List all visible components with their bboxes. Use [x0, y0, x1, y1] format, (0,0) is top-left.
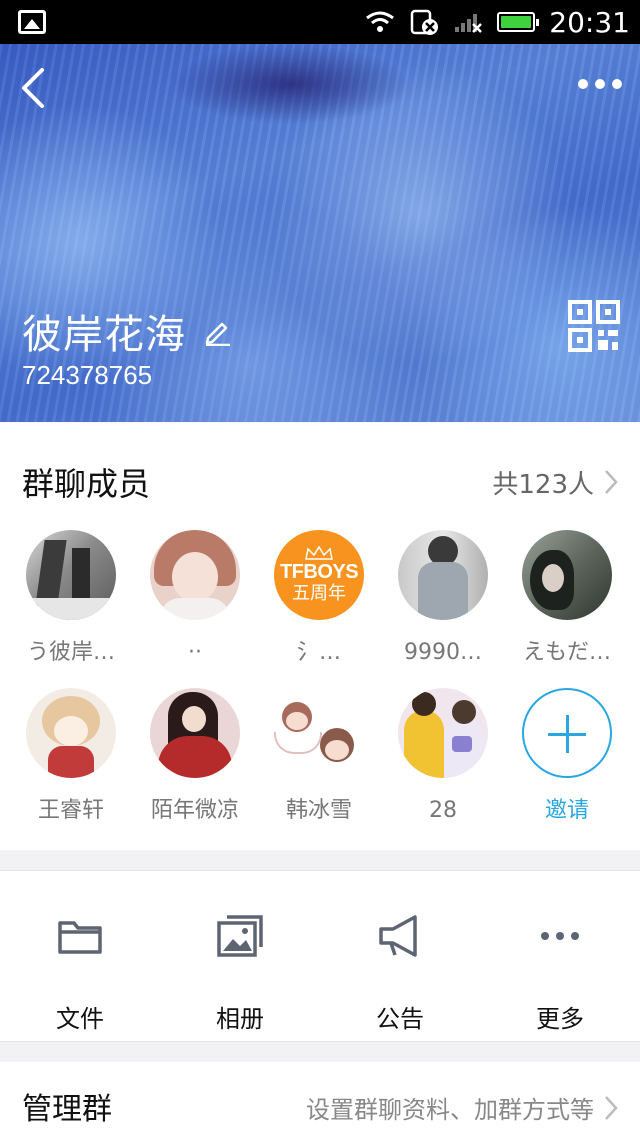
member-avatar: TFBOYS 五周年: [274, 530, 364, 620]
invite-button[interactable]: 邀请: [505, 688, 629, 826]
member-avatar: [26, 688, 116, 778]
member-item[interactable]: 陌年微凉: [133, 688, 257, 826]
sim-error-icon: [411, 9, 439, 35]
member-item[interactable]: 王睿轩: [9, 688, 133, 826]
chevron-right-icon: [605, 1095, 618, 1120]
add-icon: [522, 688, 612, 778]
action-announcement[interactable]: 公告: [320, 911, 480, 1034]
member-avatar: [26, 530, 116, 620]
members-count-link[interactable]: 共123人: [492, 464, 618, 501]
manage-title: 管理群: [22, 1092, 112, 1127]
action-label: 文件: [56, 1005, 104, 1033]
action-files[interactable]: 文件: [0, 911, 160, 1034]
action-more[interactable]: 更多: [480, 911, 640, 1034]
back-icon[interactable]: [16, 66, 52, 110]
group-id: 724378765: [22, 360, 153, 390]
action-album[interactable]: 相册: [160, 911, 320, 1034]
more-options-icon[interactable]: [578, 72, 622, 96]
member-item[interactable]: ··: [133, 530, 257, 668]
members-title: 群聊成员: [22, 465, 151, 503]
member-item[interactable]: TFBOYS 五周年 氵…: [257, 530, 381, 668]
group-banner: 彼岸花海 724378765: [0, 44, 640, 422]
members-count: 共123人: [492, 469, 594, 500]
member-avatar: [274, 688, 364, 778]
member-item[interactable]: えもだ…: [505, 530, 629, 668]
wifi-icon: [366, 11, 395, 32]
group-name: 彼岸花海: [22, 312, 186, 358]
battery-icon: [497, 12, 540, 32]
member-avatar: [522, 530, 612, 620]
member-item[interactable]: 9990…: [381, 530, 505, 668]
status-icons: 20:31: [365, 5, 630, 39]
members-section: 群聊成员 共123人 う彼岸… ·· TFBOYS 五周年 氵… 9990… え…: [0, 422, 640, 850]
signal-icon: [455, 14, 483, 33]
member-avatar: [398, 530, 488, 620]
member-item[interactable]: う彼岸…: [9, 530, 133, 668]
member-name: 9990…: [404, 640, 482, 665]
status-bar: 20:31: [0, 0, 640, 44]
member-name: 韩冰雪: [285, 798, 352, 823]
more-dots-icon: [541, 932, 579, 940]
image-notification-icon: [18, 10, 46, 34]
member-name: 28: [429, 798, 457, 823]
member-item[interactable]: 韩冰雪: [257, 688, 381, 826]
member-name: 氵…: [296, 640, 341, 665]
member-avatar: [150, 688, 240, 778]
member-name: ··: [188, 640, 202, 665]
group-name-row: 彼岸花海: [22, 302, 232, 360]
actions-bar: 文件 相册 公告 更多: [0, 870, 640, 1042]
member-avatar: [398, 688, 488, 778]
member-name: 陌年微凉: [150, 798, 239, 823]
member-avatar: [150, 530, 240, 620]
invite-label: 邀请: [544, 798, 589, 823]
edit-icon[interactable]: [202, 316, 232, 346]
manage-desc: 设置群聊资料、加群方式等: [306, 1096, 594, 1124]
qr-code-icon[interactable]: [568, 300, 620, 352]
action-label: 公告: [376, 1005, 424, 1033]
album-icon: [217, 915, 263, 957]
chevron-right-icon: [605, 470, 618, 494]
action-label: 相册: [216, 1005, 264, 1033]
folder-icon: [58, 921, 102, 954]
megaphone-icon: [379, 915, 417, 957]
member-name: 王睿轩: [37, 798, 104, 823]
action-label: 更多: [536, 1005, 584, 1033]
members-header: 群聊成员 共123人: [22, 462, 618, 503]
manage-group-row[interactable]: 管理群 设置群聊资料、加群方式等: [0, 1062, 640, 1142]
status-time: 20:31: [549, 5, 630, 39]
member-item[interactable]: 28: [381, 688, 505, 826]
member-name: えもだ…: [522, 640, 611, 665]
member-name: う彼岸…: [26, 640, 115, 665]
manage-desc-wrap: 设置群聊资料、加群方式等: [306, 1090, 618, 1125]
